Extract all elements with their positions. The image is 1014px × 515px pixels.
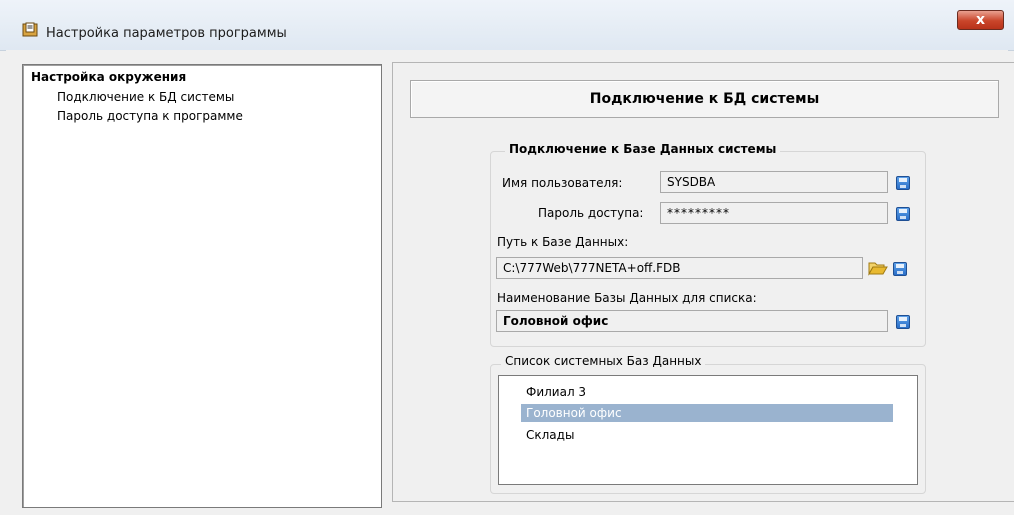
folder-open-icon[interactable] [868,260,888,276]
save-icon[interactable] [896,176,910,190]
save-icon[interactable] [896,315,910,329]
close-icon: x [975,12,986,28]
db-path-field[interactable]: C:\777Web\777NETA+off.FDB [496,257,863,279]
tree-item-db-connection[interactable]: Подключение к БД системы [57,90,234,104]
save-icon[interactable] [896,207,910,221]
db-name-label: Наименование Базы Данных для списка: [497,291,757,305]
app-icon [22,22,38,37]
db-path-label: Путь к Базе Данных: [497,235,629,249]
db-name-field[interactable]: Головной офис [496,310,888,332]
password-label: Пароль доступа: [538,206,644,220]
password-field[interactable]: ********* [660,202,888,224]
db-list-legend: Список системных Баз Данных [501,354,706,368]
db-list[interactable]: Филиал 3 Головной офис Склады [498,375,918,485]
settings-tree[interactable]: Настройка окружения Подключение к БД сис… [22,64,382,508]
panel-header: Подключение к БД системы [410,80,999,118]
tree-item-environment[interactable]: Настройка окружения [31,70,186,84]
window-title: Настройка параметров программы [46,26,287,41]
list-item[interactable]: Филиал 3 [521,383,893,401]
title-bar: Настройка параметров программы x [0,0,1014,51]
tree-item-app-password[interactable]: Пароль доступа к программе [57,109,243,123]
save-icon[interactable] [893,262,907,276]
list-item-selected[interactable]: Головной офис [521,404,893,422]
list-item[interactable]: Склады [521,426,893,444]
user-field[interactable]: SYSDBA [660,171,888,193]
close-button[interactable]: x [957,10,1004,30]
user-label: Имя пользователя: [502,176,623,190]
db-connection-legend: Подключение к Базе Данных системы [505,142,781,156]
